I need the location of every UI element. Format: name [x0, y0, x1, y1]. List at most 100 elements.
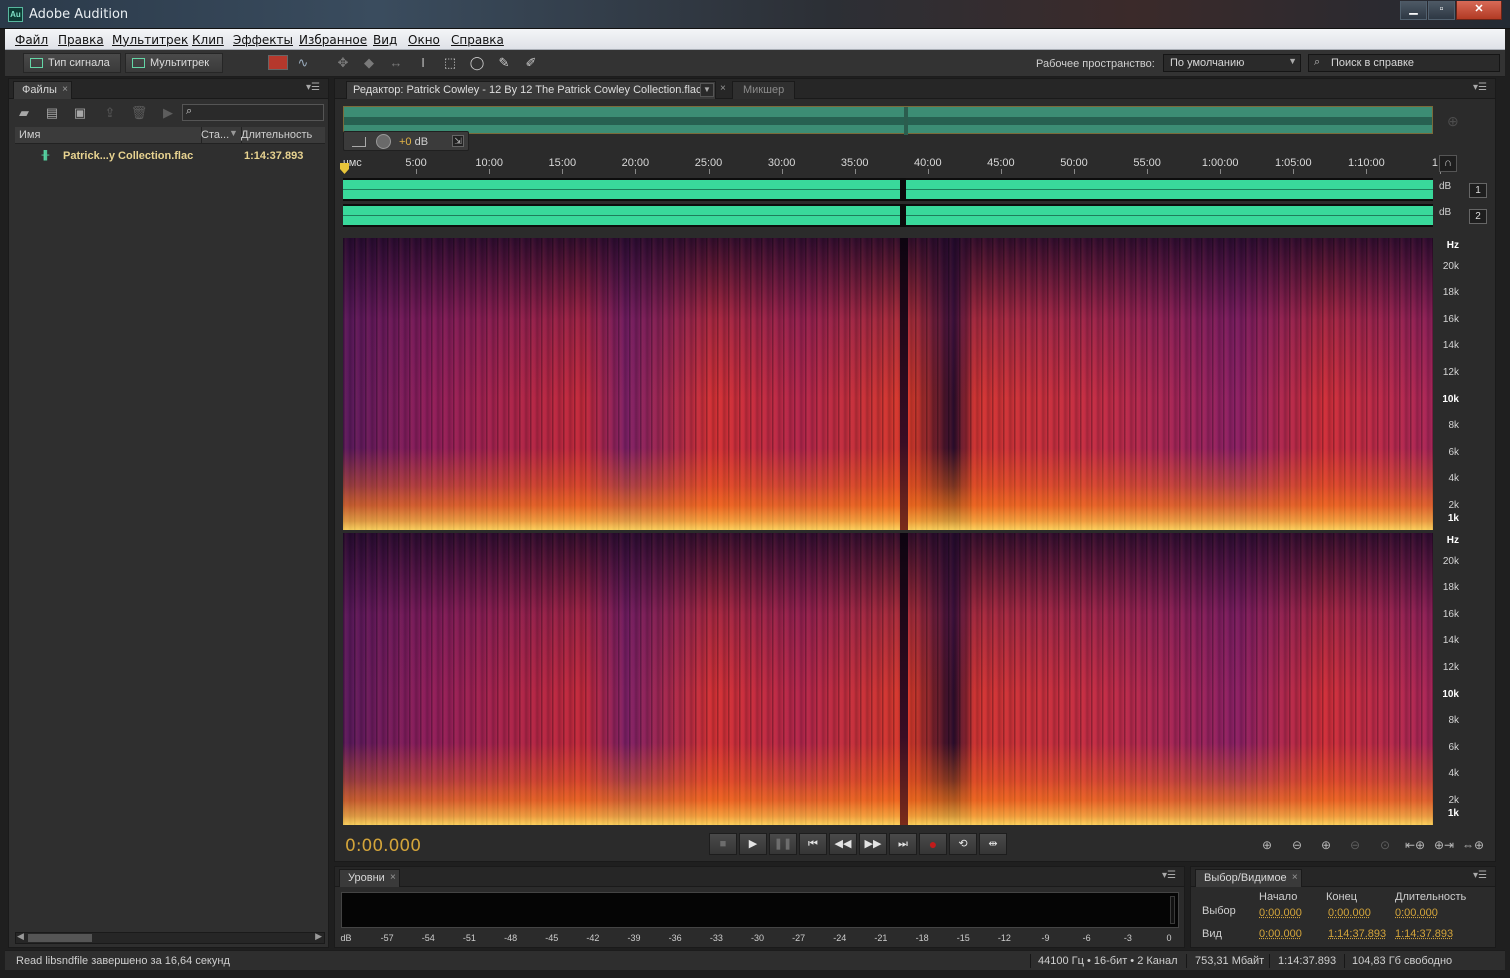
play-button[interactable]: ▶ — [739, 833, 767, 855]
import-icon[interactable]: ▤ — [43, 105, 61, 121]
zoom-out-amplitude-icon[interactable]: ⊖ — [1285, 837, 1309, 853]
file-row[interactable]: -||||- Patrick...y Collection.flac 1:14:… — [15, 147, 325, 164]
ruler-tick-mark — [416, 169, 418, 174]
workspace-select[interactable]: По умолчанию ▼ — [1163, 54, 1301, 72]
selection-start-value[interactable]: 0:00.000 — [1259, 907, 1302, 919]
waveform-view-button[interactable]: Тип сигнала — [23, 53, 121, 73]
zoom-in-right-icon[interactable]: ⊕⇥ — [1432, 837, 1456, 853]
close-icon[interactable]: × — [720, 83, 726, 94]
view-end-value[interactable]: 1:14:37.893 — [1328, 928, 1386, 940]
selection-end-value[interactable]: 0:00.000 — [1328, 907, 1371, 919]
menu-favorites[interactable]: Избранное — [299, 33, 367, 47]
menu-edit[interactable]: Правка — [58, 33, 104, 47]
time-ruler[interactable]: чмс 5:00 10:00 15:00 20:00 25:00 30:00 35:00 40:… — [343, 154, 1447, 174]
loop-button[interactable]: ⟲ — [949, 833, 977, 855]
waveform-channel-2[interactable] — [343, 204, 1433, 227]
waveform-channel-1[interactable] — [343, 178, 1433, 201]
zoom-selection-icon[interactable]: ⊙ — [1373, 837, 1397, 853]
view-start-value[interactable]: 0:00.000 — [1259, 928, 1302, 940]
play-preview-icon[interactable]: ▶ — [159, 105, 177, 121]
maximize-button[interactable]: ▫ — [1428, 1, 1455, 20]
menu-effects[interactable]: Эффекты — [233, 33, 293, 47]
menu-file[interactable]: Файл — [15, 33, 48, 47]
channel-2-button[interactable]: 2 — [1469, 209, 1487, 224]
chevron-down-icon[interactable]: ▼ — [700, 83, 714, 97]
clip-indicator[interactable] — [1170, 896, 1175, 924]
level-scale-label: dB — [340, 933, 352, 943]
level-scale-label: -39 — [627, 933, 641, 943]
spot-healing-tool-icon[interactable]: ✐ — [523, 55, 539, 71]
close-icon[interactable]: × — [62, 84, 68, 95]
waveform-display-icon[interactable]: ∿ — [295, 55, 311, 71]
panel-menu-icon[interactable]: ▾☰ — [1162, 870, 1176, 881]
close-button[interactable]: ✕ — [1456, 1, 1502, 20]
files-horizontal-scrollbar[interactable]: ◀ ▶ — [15, 931, 325, 944]
rewind-button[interactable]: ◀◀ — [829, 833, 857, 855]
view-duration-value[interactable]: 1:14:37.893 — [1395, 928, 1453, 940]
move-tool-icon[interactable]: ✥ — [335, 55, 351, 71]
zoom-out-full-icon[interactable]: ⊖ — [1343, 837, 1367, 853]
trash-icon[interactable]: 🗑 — [130, 105, 148, 121]
files-search-input[interactable]: ⌕ — [182, 104, 324, 121]
close-icon[interactable]: × — [390, 872, 396, 883]
hz-tick-label: 18k — [1442, 287, 1459, 298]
tab-editor[interactable]: Редактор: Patrick Cowley - 12 By 12 The … — [346, 81, 716, 99]
menu-clip[interactable]: Клип — [192, 33, 224, 47]
scroll-thumb[interactable] — [28, 934, 92, 942]
tab-files[interactable]: Файлы × — [13, 81, 72, 99]
zoom-navigator-icon[interactable]: ⊕ — [1447, 113, 1459, 130]
hud-amplitude[interactable]: +0 dB ⇲ — [343, 131, 469, 151]
col-duration[interactable]: Длительность — [241, 129, 312, 141]
spectral-display-channel-2[interactable] — [343, 533, 1433, 825]
move-to-end-button[interactable]: ⏭ — [889, 833, 917, 855]
tab-selection-view[interactable]: Выбор/Видимое × — [1195, 869, 1302, 887]
menu-view[interactable]: Вид — [373, 33, 397, 47]
record-button[interactable]: ● — [919, 833, 947, 855]
menu-help[interactable]: Справка — [451, 33, 504, 47]
panel-menu-icon[interactable]: ▾☰ — [306, 82, 320, 93]
tab-levels[interactable]: Уровни × — [339, 869, 400, 887]
marquee-tool-icon[interactable]: ⬚ — [442, 55, 458, 71]
multitrack-view-button[interactable]: Мультитрек — [125, 53, 223, 73]
zoom-in-time-icon[interactable]: ⊕ — [1314, 837, 1338, 853]
pin-icon[interactable]: ⇲ — [452, 135, 464, 147]
spectral-display-icon[interactable] — [268, 55, 288, 70]
panel-menu-icon[interactable]: ▾☰ — [1473, 82, 1487, 93]
scroll-right-icon[interactable]: ▶ — [315, 931, 322, 942]
close-icon[interactable]: × — [1292, 872, 1298, 883]
overview-navigator[interactable] — [343, 106, 1433, 135]
volume-knob[interactable] — [376, 134, 391, 149]
insert-icon[interactable]: ⇪ — [101, 105, 119, 121]
brush-tool-icon[interactable]: ✎ — [496, 55, 512, 71]
zoom-in-left-icon[interactable]: ⇤⊕ — [1403, 837, 1427, 853]
current-time-display[interactable]: 0:00.000 — [345, 836, 421, 856]
fast-forward-button[interactable]: ▶▶ — [859, 833, 887, 855]
zoom-fit-icon[interactable]: ⇔⊕ — [1461, 837, 1485, 853]
tab-mixer[interactable]: Микшер — [732, 81, 796, 99]
menu-multitrack[interactable]: Мультитрек — [112, 33, 188, 47]
panel-menu-icon[interactable]: ▾☰ — [1473, 870, 1487, 881]
time-selection-tool-icon[interactable]: I — [415, 55, 431, 71]
new-file-icon[interactable]: ▣ — [71, 105, 89, 121]
stop-button[interactable]: ■ — [709, 833, 737, 855]
headphones-icon[interactable]: ∩ — [1439, 155, 1457, 172]
minimize-button[interactable]: ▁ — [1400, 1, 1427, 20]
channel-1-button[interactable]: 1 — [1469, 183, 1487, 198]
scroll-left-icon[interactable]: ◀ — [17, 931, 24, 942]
slip-tool-icon[interactable]: ↔ — [388, 55, 404, 71]
open-folder-icon[interactable]: ▰ — [15, 105, 33, 121]
col-status[interactable]: Ста... — [201, 129, 229, 141]
spectral-display-channel-1[interactable] — [343, 238, 1433, 530]
skip-selection-button[interactable]: ⇹ — [979, 833, 1007, 855]
zoom-in-amplitude-icon[interactable]: ⊕ — [1255, 837, 1279, 853]
selection-duration-value[interactable]: 0:00.000 — [1395, 907, 1438, 919]
status-duration: 1:14:37.893 — [1278, 955, 1337, 967]
razor-tool-icon[interactable]: ◆ — [361, 55, 377, 71]
menu-window[interactable]: Окно — [408, 33, 440, 47]
col-name[interactable]: Имя — [19, 129, 40, 141]
lasso-tool-icon[interactable]: ◯ — [469, 55, 485, 71]
move-to-start-button[interactable]: ⏮ — [799, 833, 827, 855]
pause-button[interactable]: ❚❚ — [769, 833, 797, 855]
ruler-tick-mark — [854, 169, 856, 174]
help-search-input[interactable]: ⌕ Поиск в справке — [1308, 54, 1500, 72]
